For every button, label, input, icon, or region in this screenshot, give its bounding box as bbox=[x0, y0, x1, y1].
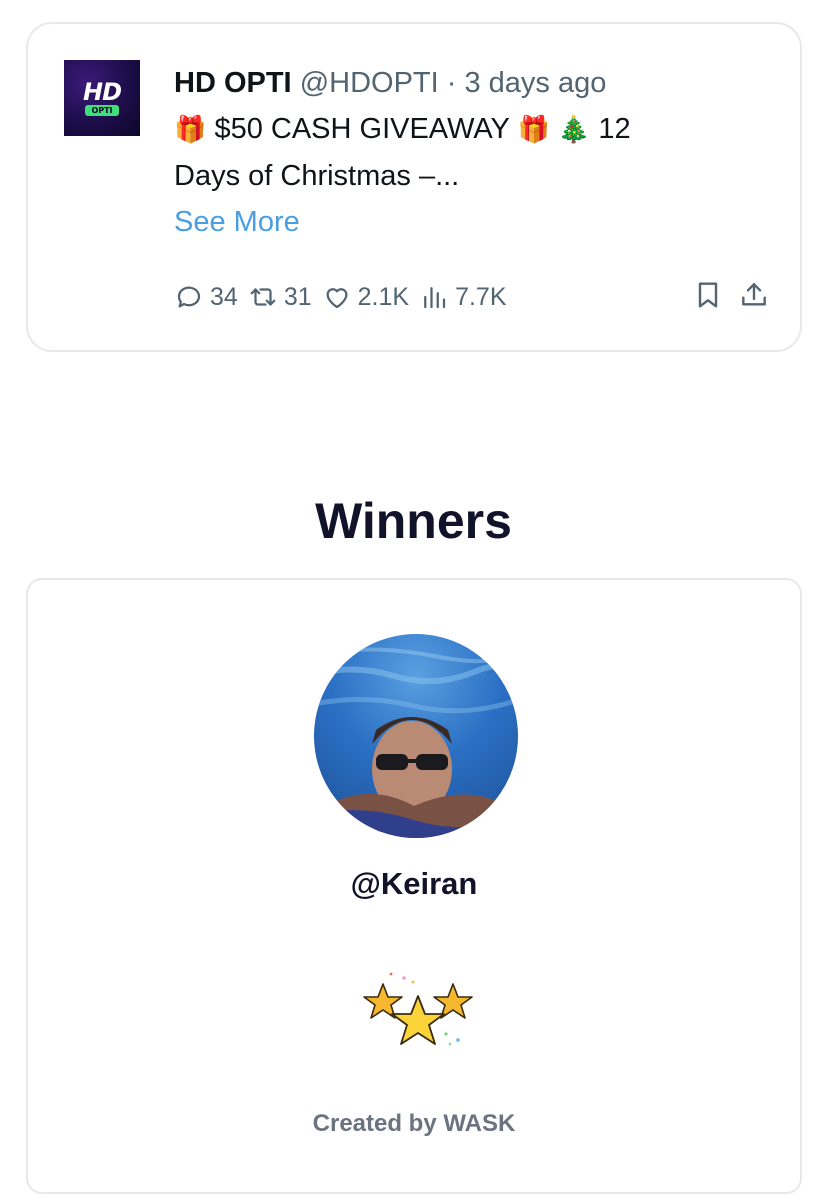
like-button[interactable]: 2.1K bbox=[322, 282, 409, 312]
winner-avatar-photo[interactable] bbox=[314, 634, 518, 838]
stars-celebration-icon bbox=[363, 972, 473, 1046]
logo-hd-text: HD bbox=[82, 77, 122, 106]
created-by-credit[interactable]: Created by WASK bbox=[28, 1110, 800, 1138]
tweet-text-line1: $50 CASH GIVEAWAY bbox=[214, 113, 510, 145]
retweet-count: 31 bbox=[283, 282, 312, 311]
logo-opti-badge: OPTI bbox=[85, 104, 119, 116]
tweet-body: HD OPTI @HDOPTI · 3 days ago 🎁 $50 CASH … bbox=[174, 62, 774, 244]
retweet-button[interactable]: 31 bbox=[248, 282, 312, 312]
gift-icon: 🎁 bbox=[517, 114, 550, 144]
tweet-text: 🎁 $50 CASH GIVEAWAY 🎁 🎄 12 Days of Chris… bbox=[174, 106, 774, 200]
author-name[interactable]: HD OPTI bbox=[174, 67, 292, 99]
views-bar-chart-icon bbox=[424, 287, 446, 309]
heart-icon bbox=[326, 288, 348, 309]
views-count: 7.7K bbox=[455, 282, 507, 311]
see-more-link[interactable]: See More bbox=[174, 200, 774, 244]
reply-icon bbox=[177, 286, 201, 308]
like-count: 2.1K bbox=[357, 282, 410, 311]
reply-button[interactable]: 34 bbox=[174, 282, 238, 312]
reply-count: 34 bbox=[210, 282, 238, 311]
tweet-card[interactable]: HD OPTI HD OPTI @HDOPTI · 3 days ago 🎁 $… bbox=[26, 22, 802, 352]
tweet-text-line2: Days of Christmas –... bbox=[174, 160, 460, 192]
page: HD OPTI HD OPTI @HDOPTI · 3 days ago 🎁 $… bbox=[0, 0, 827, 1200]
retweet-icon bbox=[250, 288, 276, 306]
winner-handle[interactable]: @Keiran bbox=[28, 866, 800, 902]
share-icon[interactable] bbox=[738, 279, 770, 311]
author-handle[interactable]: @HDOPTI bbox=[300, 67, 439, 99]
bookmark-icon[interactable] bbox=[692, 279, 724, 311]
gift-icon: 🎁 bbox=[174, 114, 207, 144]
christmas-tree-icon: 🎄 bbox=[557, 114, 591, 144]
author-avatar[interactable]: HD OPTI bbox=[64, 60, 140, 136]
winner-photo-illustration bbox=[314, 647, 518, 838]
views-button[interactable]: 7.7K bbox=[419, 282, 507, 312]
tweet-text-tail: 12 bbox=[598, 113, 631, 145]
meta-separator: · bbox=[446, 67, 457, 99]
action-right-group bbox=[678, 279, 770, 311]
winner-card: @Keiran Created by WASK bbox=[26, 578, 802, 1194]
tweet-action-bar: 34 31 2.1K 7.7K bbox=[174, 279, 774, 315]
tweet-header: HD OPTI @HDOPTI · 3 days ago bbox=[174, 62, 774, 104]
winners-heading: Winners bbox=[315, 493, 512, 549]
tweet-time[interactable]: 3 days ago bbox=[464, 67, 606, 99]
